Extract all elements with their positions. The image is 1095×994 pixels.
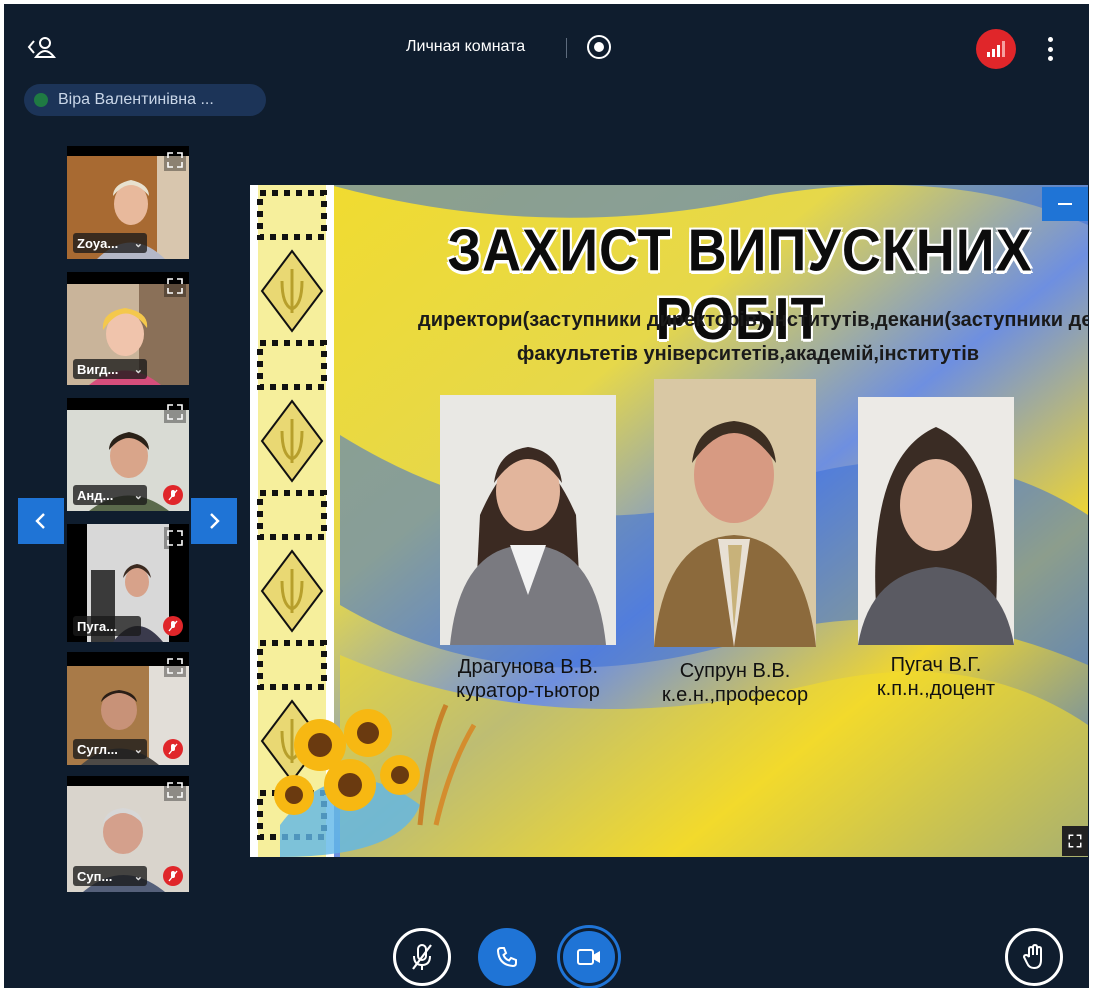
more-dot [1047, 46, 1053, 52]
participant-name-chip[interactable]: Вигд... ⌄ [73, 359, 147, 379]
participant-tile[interactable]: Пуга... [67, 524, 189, 642]
shared-presentation[interactable]: ЗАХИСТ ВИПУСКНИХ РОБІТ директори(заступн… [250, 185, 1088, 857]
record-button[interactable] [587, 35, 611, 59]
presenter-name: Драгунова В.В. [457, 656, 599, 678]
connection-quality-button[interactable] [976, 29, 1016, 69]
portrait-image [858, 397, 1014, 645]
participant-tile[interactable]: Суп... ⌄ [67, 776, 189, 892]
portrait-photo [654, 379, 816, 647]
expand-icon[interactable] [164, 149, 186, 171]
expand-icon[interactable] [164, 275, 186, 297]
leave-call-button[interactable] [478, 928, 536, 986]
participant-name: Сугл... [77, 741, 118, 757]
minimize-icon [1058, 203, 1072, 205]
expand-icon[interactable] [164, 779, 186, 801]
mic-off-icon [163, 485, 183, 505]
chevron-down-icon: ⌄ [133, 237, 143, 250]
expand-icon[interactable] [164, 401, 186, 423]
mic-off-icon [412, 944, 432, 970]
active-speaker-chip[interactable]: Віра Валентинівна ... [24, 84, 266, 116]
expand-presentation-button[interactable] [1062, 826, 1088, 856]
participant-name-chip[interactable]: Суп... ⌄ [73, 866, 147, 886]
portrait-image [654, 379, 816, 647]
expand-icon[interactable] [164, 655, 186, 677]
presenter-name: Супрун В.В. [679, 660, 791, 682]
portrait-photo [858, 397, 1014, 645]
microphone-toggle-button[interactable] [393, 928, 451, 986]
presenter-role: куратор-тьютор [456, 680, 600, 702]
portrait-image [440, 395, 616, 645]
participants-back-button[interactable] [24, 32, 58, 62]
room-title: Личная комната [406, 38, 526, 55]
phone-icon [496, 947, 517, 968]
mic-off-icon [163, 866, 183, 886]
camera-toggle-button[interactable] [560, 928, 618, 986]
participant-name-chip[interactable]: Сугл... ⌄ [73, 739, 147, 759]
participant-name: Вигд... [77, 361, 119, 377]
presenter-name: Пугач В.Г. [890, 654, 982, 676]
more-options-button[interactable] [1040, 34, 1060, 64]
chevron-left-icon [35, 513, 45, 529]
chevron-down-icon: ⌄ [133, 870, 143, 883]
participant-name: Пуга... [77, 618, 118, 634]
prev-participants-button[interactable] [18, 498, 64, 544]
slide-subtitle-line-1: директори(заступники директорів) інститу… [418, 309, 1088, 331]
video-camera-icon [577, 949, 600, 965]
slide-title: ЗАХИСТ ВИПУСКНИХ РОБІТ [447, 217, 1033, 353]
presenter-role: к.п.н.,доцент [876, 678, 996, 700]
participant-tile[interactable]: Анд... ⌄ [67, 398, 189, 511]
minimize-presentation-button[interactable] [1042, 187, 1088, 221]
more-vertical-icon [1047, 37, 1053, 42]
active-speaker-name: Віра Валентинівна ... [58, 91, 214, 108]
raise-hand-icon [1022, 943, 1042, 970]
participant-name: Zoya... [77, 235, 119, 251]
participant-name: Анд... [77, 487, 114, 503]
record-icon [594, 42, 604, 52]
mic-off-icon [163, 739, 183, 759]
presenter-role: к.е.н.,професор [661, 684, 809, 706]
participant-name-chip[interactable]: Пуга... [73, 616, 141, 636]
mic-off-icon [163, 616, 183, 636]
chevron-down-icon: ⌄ [133, 363, 143, 376]
participant-name: Суп... [77, 868, 113, 884]
raise-hand-button[interactable] [1005, 928, 1063, 986]
participant-tile[interactable]: Сугл... ⌄ [67, 652, 189, 765]
participant-name-chip[interactable]: Zoya... ⌄ [73, 233, 147, 253]
participant-tile[interactable]: Zoya... ⌄ [67, 146, 189, 259]
next-participants-button[interactable] [191, 498, 237, 544]
participant-tile[interactable]: Вигд... ⌄ [67, 272, 189, 385]
signal-bars-icon [987, 41, 1005, 57]
expand-icon [1068, 834, 1082, 848]
chevron-down-icon: ⌄ [133, 489, 143, 502]
expand-icon[interactable] [164, 527, 186, 549]
speaking-indicator [34, 93, 48, 107]
slide-subtitle-line-2: факультетів університетів,академій,інсти… [516, 343, 980, 365]
chevron-down-icon: ⌄ [133, 743, 143, 756]
video-call-window: Личная комната Віра Валентинівна ... Zoy… [4, 4, 1089, 988]
title-divider [566, 38, 567, 58]
participant-name-chip[interactable]: Анд... ⌄ [73, 485, 147, 505]
more-dot [1047, 56, 1053, 61]
chevron-right-icon [210, 513, 220, 529]
person-back-icon [27, 37, 56, 58]
portrait-photo [440, 395, 616, 645]
